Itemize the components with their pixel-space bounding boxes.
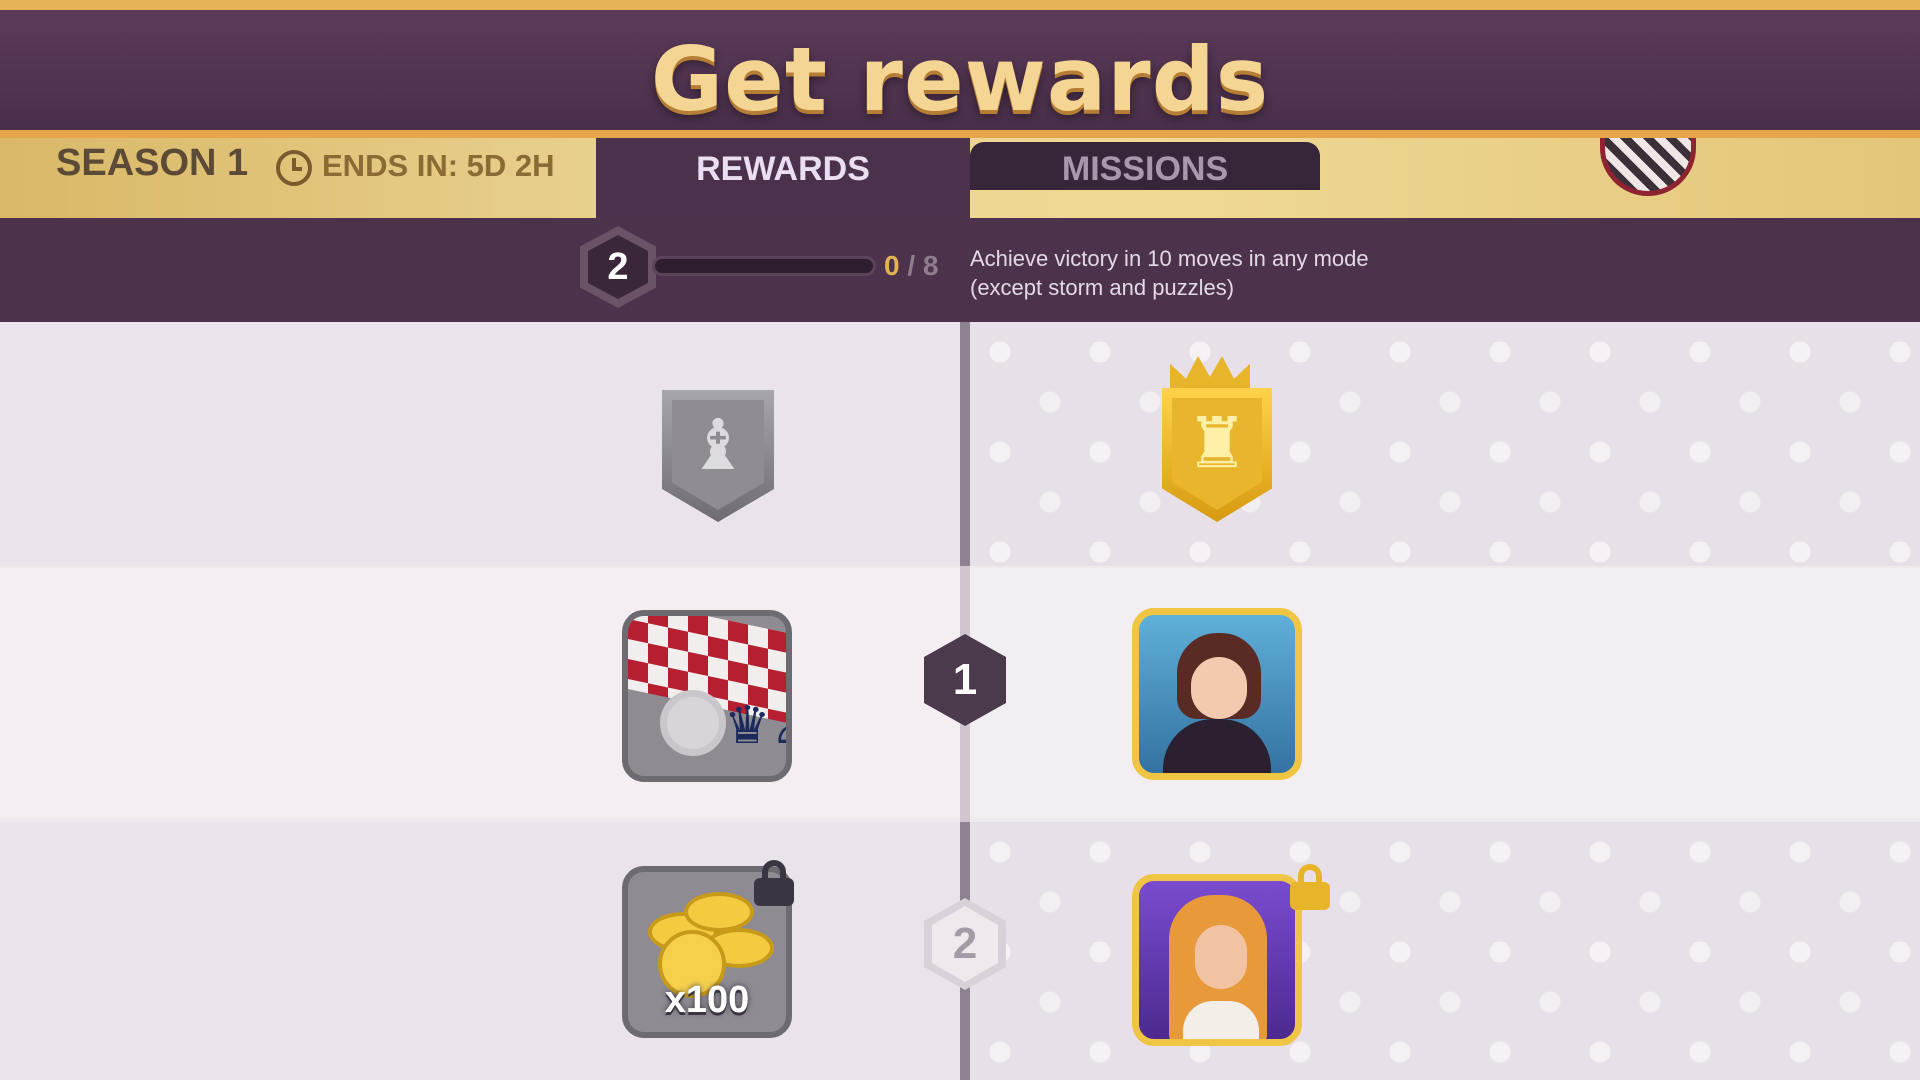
portrait-face bbox=[1191, 657, 1247, 719]
free-track-column bbox=[0, 322, 962, 566]
mission-bar bbox=[0, 218, 1920, 322]
progress-separator: / bbox=[907, 250, 916, 281]
clock-icon bbox=[276, 150, 312, 186]
free-reward-cell bbox=[0, 822, 962, 1080]
portrait-face bbox=[1195, 925, 1247, 989]
lock-icon bbox=[754, 860, 794, 906]
season-countdown: ENDS IN: 5D 2H bbox=[322, 148, 555, 183]
portrait-body bbox=[1183, 1001, 1259, 1039]
chessboard-avatar-reward[interactable]: ♛♙ bbox=[622, 610, 792, 782]
avatar-lens-icon bbox=[660, 690, 726, 756]
progress-total: 8 bbox=[922, 250, 939, 281]
queen-character-portrait[interactable] bbox=[1132, 608, 1302, 780]
tab-missions[interactable]: MISSIONS bbox=[970, 142, 1320, 190]
mission-progress-text: 0 / 8 bbox=[884, 250, 939, 282]
premium-track-column bbox=[970, 322, 1920, 566]
season-label: SEASON 1 bbox=[56, 142, 249, 184]
coin-amount: x100 bbox=[664, 979, 750, 1021]
pawn-icon: ♝ bbox=[686, 406, 750, 484]
premium-reward-cell bbox=[970, 822, 1920, 1080]
premium-reward-cell bbox=[970, 568, 1920, 818]
page-title: Get rewards bbox=[650, 28, 1270, 131]
portrait-body bbox=[1163, 719, 1271, 773]
mission-progress-bar bbox=[652, 256, 876, 276]
title-banner: Get rewards bbox=[0, 0, 1920, 138]
tab-rewards[interactable]: REWARDS bbox=[596, 138, 970, 218]
king-icon: ♜ bbox=[1185, 404, 1249, 482]
queen-pawn-icon: ♛♙ bbox=[724, 697, 786, 755]
divider-segment bbox=[960, 322, 970, 566]
battle-pass-screen: Get rewards SEASON 1 ENDS IN: 5D 2H REWA… bbox=[0, 0, 1920, 1080]
free-reward-cell bbox=[0, 568, 962, 818]
progress-current: 0 bbox=[884, 250, 900, 281]
mission-description: Achieve victory in 10 moves in any mode … bbox=[970, 246, 1369, 300]
blonde-character-portrait[interactable] bbox=[1132, 874, 1302, 1046]
coin-icon bbox=[684, 892, 754, 932]
lock-icon bbox=[1290, 864, 1330, 910]
